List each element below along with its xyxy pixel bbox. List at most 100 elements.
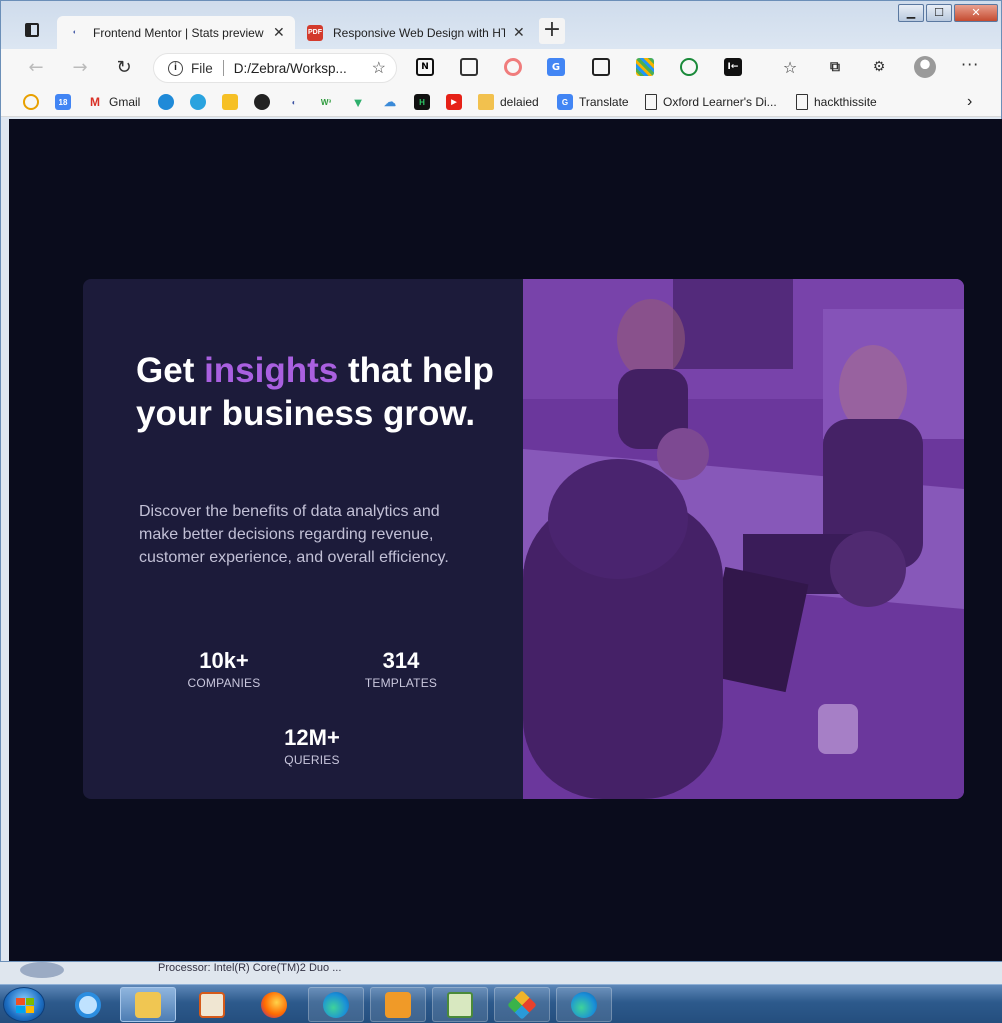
hackerrank-icon: H	[414, 94, 430, 110]
tab-label: Frontend Mentor | Stats preview	[93, 25, 264, 40]
w3schools-icon: W³	[320, 97, 332, 107]
extensions-icon[interactable]: ⚙	[870, 58, 888, 76]
notepad-icon[interactable]	[432, 987, 488, 1022]
tab-label: Responsive Web Design with HT	[333, 25, 505, 40]
stat-value: 314	[382, 648, 420, 673]
bookmark-item[interactable]: 18	[55, 93, 77, 111]
photo-illustration	[523, 279, 964, 799]
headline-accent: insights	[204, 351, 339, 390]
bookmark-label: Translate	[579, 95, 629, 109]
desktop-text: Processor: Intel(R) Core(TM)2 Duo ...	[158, 962, 342, 974]
bookmark-item[interactable]: ▼	[350, 93, 372, 111]
chevron-right-icon[interactable]: ›	[967, 93, 972, 111]
windows-logo-icon	[16, 998, 34, 1013]
youtube-icon: ▶	[446, 94, 462, 110]
vue-icon: ▼	[351, 94, 365, 110]
media-player-icon[interactable]	[184, 987, 240, 1022]
timer-icon[interactable]	[680, 58, 698, 76]
bookmark-item[interactable]	[254, 93, 276, 111]
forward-icon[interactable]: →	[67, 55, 93, 81]
back-icon[interactable]: ←	[23, 55, 49, 81]
page-viewport: Get insights that help your business gro…	[9, 119, 1002, 961]
address-bar[interactable]: i File D:/Zebra/Worksp... ☆	[153, 53, 397, 83]
minimize-button[interactable]: ▁	[898, 4, 924, 22]
profile-avatar[interactable]	[914, 56, 936, 78]
bookmark-item[interactable]	[190, 93, 212, 111]
bookmark-label: hackthissite	[814, 95, 877, 109]
vscode-extension-icon[interactable]	[494, 987, 550, 1022]
stat-label: TEMPLATES	[364, 676, 438, 690]
firefox-icon[interactable]	[246, 987, 302, 1022]
collections-icon[interactable]: ⧉	[826, 58, 844, 76]
clock-icon	[23, 94, 39, 110]
telegram-icon	[190, 94, 206, 110]
bookmark-label: Gmail	[109, 95, 141, 109]
start-button[interactable]	[3, 987, 45, 1022]
browser-toolbar: ← → ↻ i File D:/Zebra/Worksp... ☆ N G I←…	[1, 49, 1001, 87]
bookmark-label: delaied	[500, 95, 539, 109]
bookmark-item[interactable]: ▶	[446, 93, 468, 111]
stat-templates: 314 TEMPLATES	[331, 648, 471, 690]
stat-companies: 10k+ COMPANIES	[154, 648, 294, 690]
bookmark-item[interactable]: W³	[318, 93, 340, 111]
bookmark-item[interactable]	[158, 93, 180, 111]
color-extension-icon[interactable]	[636, 58, 654, 76]
translate-icon: G	[557, 94, 573, 110]
edge-icon[interactable]	[308, 987, 364, 1022]
close-window-button[interactable]: ✕	[954, 4, 998, 22]
bookmark-item[interactable]: ☁	[382, 93, 404, 111]
close-icon[interactable]: ✕	[513, 24, 525, 41]
sublime-text-icon[interactable]	[370, 987, 426, 1022]
info-icon[interactable]: i	[168, 60, 183, 76]
keep-icon	[222, 94, 238, 110]
edge-icon[interactable]	[556, 987, 612, 1022]
pdf-icon: PDF	[307, 24, 323, 41]
add-favorite-icon[interactable]: ☆	[372, 58, 386, 78]
record-icon[interactable]	[504, 58, 522, 76]
bookmark-item[interactable]	[222, 93, 244, 111]
extension-icon[interactable]: I←	[724, 58, 742, 76]
bookmark-oxford[interactable]: Oxford Learner's Di...	[645, 93, 777, 111]
tab-responsive-web-design[interactable]: PDF Responsive Web Design with HT ✕	[297, 16, 535, 49]
url-text[interactable]: D:/Zebra/Worksp...	[234, 61, 347, 76]
headline-text: Get	[136, 351, 205, 390]
page-icon	[796, 94, 808, 110]
google-translate-icon[interactable]: G	[547, 58, 565, 76]
title-bar: ◐ Frontend Mentor | Stats preview ✕ PDF …	[1, 1, 1001, 49]
folder-icon	[478, 94, 494, 110]
card-content: Get insights that help your business gro…	[83, 279, 523, 799]
description: Discover the benefits of data analytics …	[139, 503, 449, 566]
notion-icon[interactable]: N	[416, 58, 434, 76]
taskbar	[0, 984, 1002, 1023]
bookmark-item[interactable]: H	[414, 93, 436, 111]
stat-value: 12M+	[284, 725, 340, 750]
tab-actions-icon[interactable]	[25, 23, 39, 37]
tab-frontend-mentor[interactable]: ◐ Frontend Mentor | Stats preview ✕	[57, 16, 295, 49]
stats-card: Get insights that help your business gro…	[83, 279, 964, 799]
scheme-label: File	[191, 60, 213, 76]
bookmark-item[interactable]: ◐	[286, 93, 308, 111]
close-icon[interactable]: ✕	[273, 24, 285, 41]
image-extension-icon[interactable]	[460, 58, 478, 76]
globe-icon	[158, 94, 174, 110]
page-icon	[645, 94, 657, 110]
bookmark-hackthissite[interactable]: hackthissite	[796, 93, 877, 111]
bookmark-gmail[interactable]: M Gmail	[87, 93, 140, 111]
bookmark-label: Oxford Learner's Di...	[663, 95, 777, 109]
frontend-mentor-icon: ◐	[72, 29, 78, 36]
internet-explorer-icon[interactable]	[60, 987, 116, 1022]
file-explorer-icon[interactable]	[120, 987, 176, 1022]
browser-window: ◐ Frontend Mentor | Stats preview ✕ PDF …	[0, 0, 1002, 962]
bookmark-item[interactable]	[23, 93, 45, 111]
frontend-mentor-icon: ◐	[291, 97, 297, 107]
more-options-icon[interactable]: ···	[961, 55, 979, 74]
maximize-button[interactable]: ☐	[926, 4, 952, 22]
bookmark-delaied[interactable]: delaied	[478, 93, 539, 111]
bookmark-translate[interactable]: G Translate	[557, 93, 629, 111]
picture-in-picture-icon[interactable]	[592, 58, 610, 76]
calendar-icon: 18	[55, 94, 71, 110]
favorites-icon[interactable]: ☆	[781, 58, 799, 77]
stat-queries: 12M+ QUERIES	[242, 725, 382, 767]
reload-icon[interactable]: ↻	[111, 55, 137, 81]
new-tab-button[interactable]: +	[539, 18, 565, 44]
